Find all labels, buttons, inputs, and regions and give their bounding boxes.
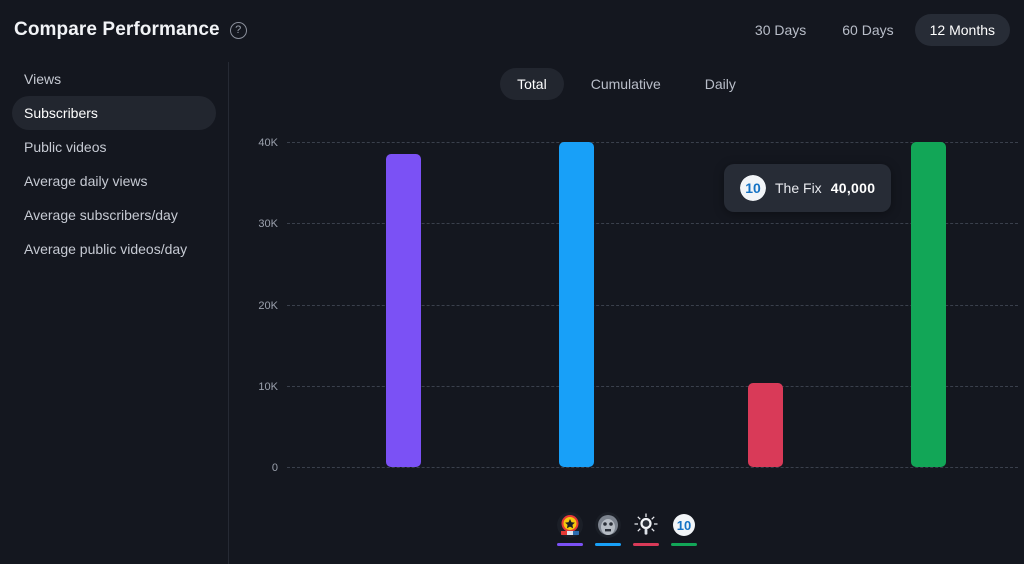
compare-performance-page: Compare Performance ? 30 Days 60 Days 12 M…: [0, 0, 1024, 564]
legend-item[interactable]: [594, 512, 621, 546]
chart-tooltip: 10 The Fix 40,000: [724, 164, 892, 212]
sidebar-item-subscribers[interactable]: Subscribers: [12, 96, 216, 130]
legend-color-underline: [594, 543, 621, 546]
y-axis-tick-label: 30K: [258, 218, 278, 231]
date-range-tabs: 30 Days 60 Days 12 Months: [740, 14, 1010, 46]
channel-avatar-face: [594, 512, 621, 538]
sidebar-item-average-subscribers-day[interactable]: Average subscribers/day: [12, 198, 216, 232]
tooltip-value: 40,000: [830, 180, 876, 196]
help-circle-icon[interactable]: ?: [229, 21, 247, 39]
bar-1[interactable]: [386, 154, 421, 467]
y-axis-tick-label: 40K: [258, 137, 278, 149]
main-panel: Total Cumulative Daily 0 10K 20K 30K 40K 10 Th…: [229, 62, 1024, 564]
channel-avatar-star: [556, 512, 583, 538]
y-axis-tick-label: 10K: [258, 380, 278, 393]
metric-sidebar: Views Subscribers Public videos Average dai…: [0, 62, 228, 564]
legend-item[interactable]: [556, 512, 583, 546]
channel-legend: 10: [229, 512, 1024, 546]
legend-color-underline: [556, 543, 583, 546]
svg-text:10: 10: [745, 180, 761, 196]
legend-item[interactable]: [632, 512, 659, 546]
page-title-group: Compare Performance ?: [14, 19, 247, 41]
sidebar-item-average-daily-views[interactable]: Average daily views: [12, 164, 216, 198]
legend-color-underline: [632, 543, 659, 546]
y-axis-tick-label: 0: [271, 462, 278, 474]
subscribers-bar-chart: 0 10K 20K 30K 40K 10 The Fix 40,000 10: [229, 62, 1024, 564]
range-tab-60-days[interactable]: 60 Days: [827, 14, 908, 46]
range-tab-30-days[interactable]: 30 Days: [740, 14, 821, 46]
tooltip-channel-name: The Fix: [775, 180, 822, 196]
chart-bars: [287, 142, 1018, 467]
range-tab-12-months[interactable]: 12 Months: [914, 14, 1010, 46]
y-axis-tick-label: 20K: [258, 299, 278, 312]
bar-2[interactable]: [559, 142, 594, 467]
legend-color-underline: [670, 543, 697, 546]
legend-item[interactable]: 10: [670, 512, 697, 546]
gridline: 0: [272, 462, 1018, 474]
bar-4[interactable]: [911, 142, 946, 467]
chart-plot-area: 0 10K 20K 30K 40K 10 The Fix 40,000: [258, 137, 1018, 474]
bar-3[interactable]: [748, 382, 783, 467]
sidebar-item-average-public-videos-day[interactable]: Average public videos/day: [12, 232, 216, 266]
channel-avatar-lightbulb: [632, 512, 659, 538]
the-fix-channel-avatar: 10: [670, 512, 697, 538]
page-title: Compare Performance: [14, 19, 220, 40]
page-header: Compare Performance ? 30 Days 60 Days 12 M…: [0, 0, 1024, 62]
sidebar-item-views[interactable]: Views: [12, 62, 216, 96]
the-fix-channel-avatar: 10: [740, 175, 766, 201]
svg-text:10: 10: [676, 518, 690, 533]
sidebar-item-public-videos[interactable]: Public videos: [12, 130, 216, 164]
